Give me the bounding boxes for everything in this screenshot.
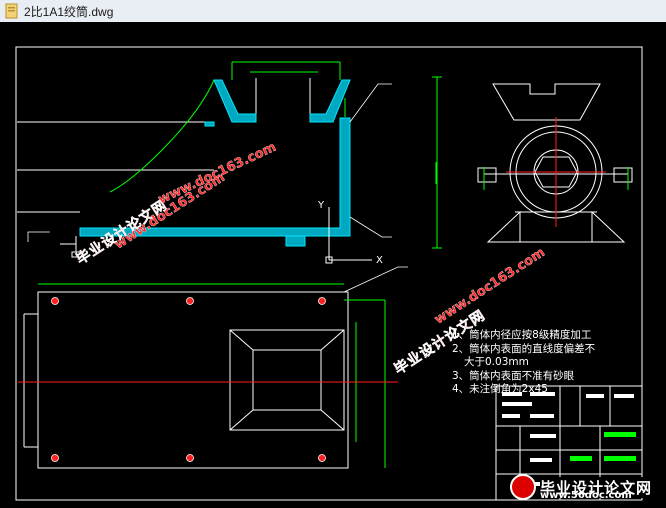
side-view xyxy=(477,83,633,243)
dwg-file-icon xyxy=(5,3,18,19)
side-view-centerlines xyxy=(506,117,606,227)
note-line: 1、筒体内径应按8级精度加工 xyxy=(452,329,592,341)
axis-y-label: Y xyxy=(317,200,325,211)
technical-notes: 1、筒体内径应按8级精度加工 2、筒体内表面的直线度偏差不 大于0.03mm 3… xyxy=(452,329,652,397)
note-line: 4、未注倒角为2x45 xyxy=(452,383,548,395)
note-line: 3、筒体内表面不准有砂眼 xyxy=(452,369,575,382)
axis-x-label: X xyxy=(376,255,383,266)
cad-drawing: Y X xyxy=(15,46,643,501)
side-view-dims xyxy=(432,76,629,249)
drawing-canvas[interactable]: Y X 1、筒体内径应按8级精度加工 2、筒体内表面的直线度偏差不 大于0.03… xyxy=(0,22,666,504)
brand-url: www.56doc.com xyxy=(540,490,632,501)
top-view-bolts xyxy=(51,297,326,462)
note-line: 2、筒体内表面的直线度偏差不 xyxy=(452,342,596,355)
top-view xyxy=(23,291,349,469)
top-view-dims xyxy=(38,283,386,468)
title-bar: 2比1A1绞筒.dwg xyxy=(0,0,666,23)
brand-logo-icon xyxy=(510,474,536,500)
title-block-text-blocks xyxy=(502,392,634,486)
note-line: 大于0.03mm xyxy=(464,356,529,368)
window-title: 2比1A1绞筒.dwg xyxy=(24,4,114,19)
